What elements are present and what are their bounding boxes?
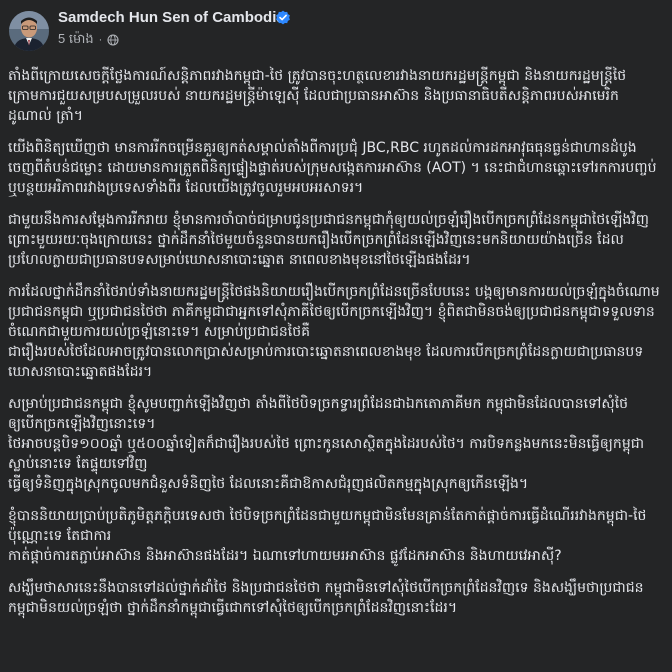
avatar-portrait-icon [9, 11, 49, 51]
post-header: Samdech Hun Sen of Cambodia 5 ម៉ោង · [0, 0, 672, 64]
facebook-post: Samdech Hun Sen of Cambodia 5 ម៉ោង · តាំ… [0, 0, 672, 672]
post-paragraph: សង្ឃឹមថាសារនេះនឹងបានទៅដល់ថ្នាក់ដាំថៃ និង… [8, 580, 644, 616]
verified-badge-icon [276, 10, 290, 25]
post-body: តាំងពីក្រោយសេចក្ដីថ្លែងការណ៍សន្តិភាពរវាង… [8, 66, 660, 630]
globe-icon[interactable] [107, 34, 119, 46]
post-paragraph: ការដែលថ្នាក់ដឹកនាំថៃរាប់ទាំងនាយករដ្ឋមន្ត… [8, 284, 660, 380]
meta-separator: · [98, 34, 103, 46]
post-meta: 5 ម៉ោង · [58, 31, 119, 49]
post-paragraph: សម្រាប់ប្រជាជនកម្ពុជា ខ្ញុំសូមបញ្ជាក់ឡើង… [8, 396, 645, 492]
post-paragraph: ខ្ញុំបាននិយាយប្រាប់ប្រតិភូមិត្តភក្តិបរទេ… [8, 508, 647, 564]
post-timestamp[interactable]: 5 ម៉ោង [58, 31, 94, 50]
author-avatar[interactable] [9, 11, 49, 51]
post-paragraph: យើងពិនិត្យឃើញថា មានការរីកចម្រើនគួរឲ្យកត់… [8, 140, 657, 196]
post-paragraph: ជាមួយនឹងការសម្ដែងការរីករាយ ខ្ញុំមានការចា… [8, 212, 650, 268]
author-name[interactable]: Samdech Hun Sen of Cambodia [58, 9, 285, 26]
post-paragraph: តាំងពីក្រោយសេចក្ដីថ្លែងការណ៍សន្តិភាពរវាង… [8, 68, 627, 124]
